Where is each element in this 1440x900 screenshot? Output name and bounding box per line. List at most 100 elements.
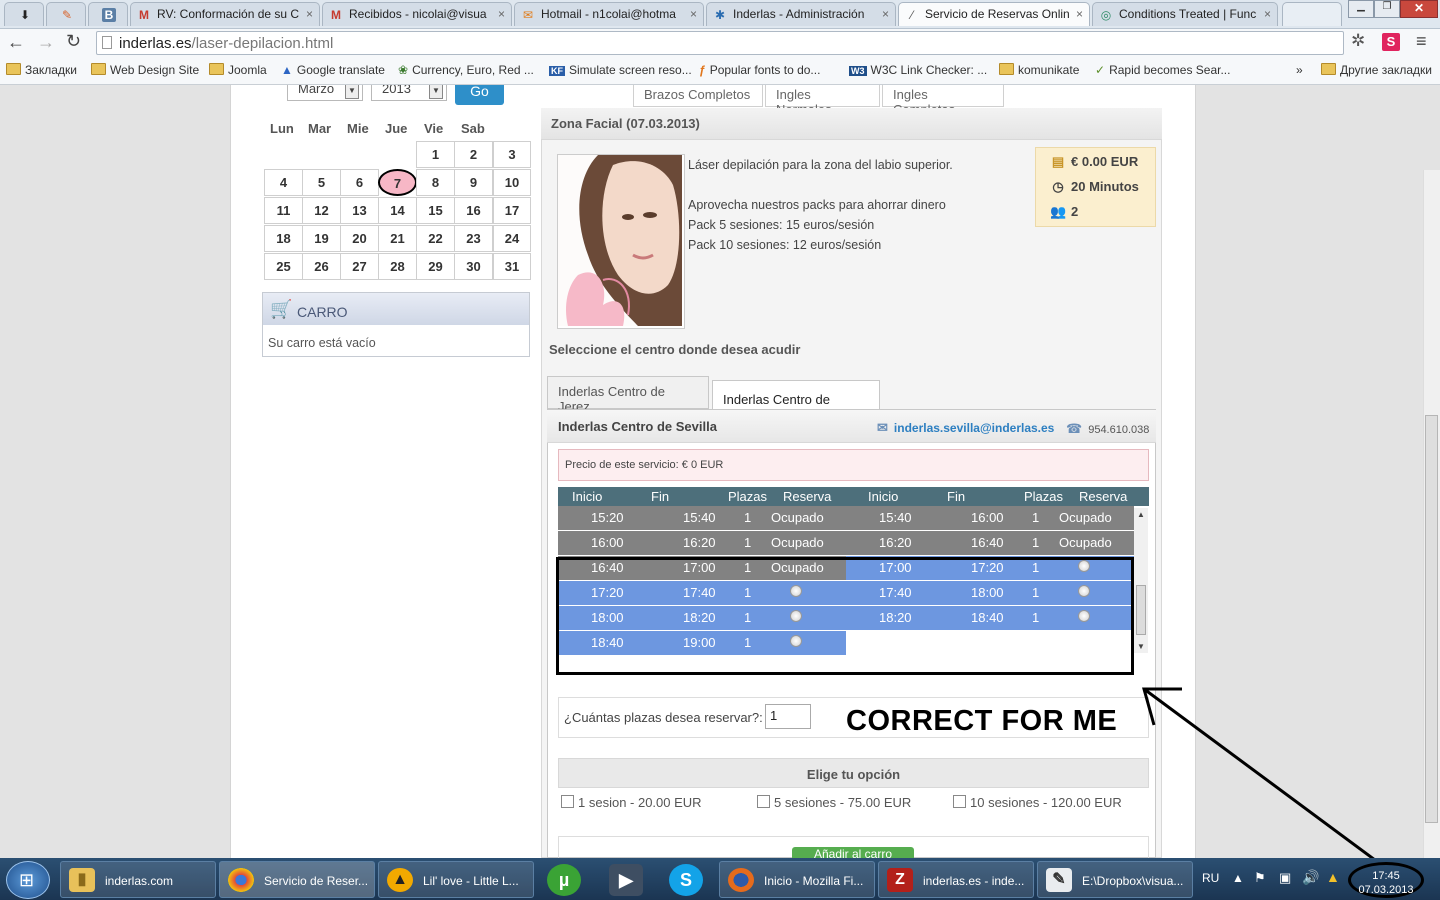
tray-expand-icon[interactable]: ▲ [1232,871,1244,885]
checkbox[interactable] [561,795,574,808]
calendar-day[interactable]: 14 [378,197,417,224]
year-select[interactable]: 2013 ▼ [371,85,447,101]
option-5-sesiones[interactable]: 5 sesiones - 75.00 EUR [757,795,911,810]
other-bookmarks[interactable]: Другие закладки [1321,63,1432,77]
calendar-day[interactable]: 29 [416,253,455,280]
calendar-day[interactable]: 12 [302,197,341,224]
calendar-day[interactable]: 18 [264,225,303,252]
bookmark-folder[interactable]: Joomla [209,63,267,77]
calendar-day[interactable]: 4 [264,169,303,196]
calendar-day[interactable]: 24 [493,225,531,252]
calendar-day[interactable]: 6 [340,169,379,196]
bookmark-folder[interactable]: komunikate [999,63,1079,77]
tab-gmail-1[interactable]: M RV: Conformación de su C × [130,2,320,26]
calendar-day[interactable]: 5 [302,169,341,196]
calendar-day[interactable]: 31 [493,253,531,280]
close-icon[interactable]: × [1264,7,1271,21]
page-scroll-thumb[interactable] [1425,415,1438,823]
reload-icon[interactable]: ↻ [66,31,81,52]
utorrent-icon[interactable]: µ [547,864,581,896]
tab-reservas-active[interactable]: ⁄ Servicio de Reservas Onlin × [898,2,1090,26]
movie-maker-icon[interactable]: ▶ [609,864,643,896]
tab-joomla[interactable]: ✱ Inderlas - Administración × [706,2,896,26]
option-10-sesiones[interactable]: 10 sesiones - 120.00 EUR [953,795,1122,810]
calendar-day[interactable]: 3 [493,141,531,168]
bookmark-link[interactable]: KF Simulate screen reso... [549,63,692,77]
month-select[interactable]: Marzo ▼ [287,85,363,101]
extension-icon[interactable]: ✲ [1351,31,1365,51]
calendar-day[interactable]: 20 [340,225,379,252]
calendar-day[interactable]: 22 [416,225,455,252]
volume-icon[interactable]: 🔊 [1302,869,1319,886]
back-icon[interactable]: ← [7,32,25,53]
bookmark-folder[interactable]: Закладки [6,63,77,77]
tab-conditions[interactable]: ◎ Conditions Treated | Func × [1092,2,1278,26]
taskbar-item-filezilla[interactable]: Zinderlas.es - inde... [878,861,1034,898]
go-button[interactable]: Go [455,85,504,105]
close-icon[interactable]: × [1076,7,1083,21]
calendar-day[interactable]: 27 [340,253,379,280]
network-icon[interactable]: ▣ [1279,870,1291,886]
calendar-day[interactable]: 19 [302,225,341,252]
calendar-day[interactable]: 15 [416,197,455,224]
taskbar-item-firefox[interactable]: Inicio - Mozilla Fi... [719,861,875,898]
bookmark-link[interactable]: ❀ Currency, Euro, Red ... [398,63,534,77]
taskbar-item-chrome[interactable]: Servicio de Reser... [219,861,375,898]
address-bar[interactable]: inderlas.es/laser-depilacion.html [96,31,1344,55]
calendar-day[interactable]: 13 [340,197,379,224]
calendar-day[interactable]: 9 [454,169,493,196]
taskbar-item-notepad[interactable]: ✎ E:\Dropbox\visua... [1037,861,1193,898]
calendar-day[interactable]: 26 [302,253,341,280]
bookmark-link[interactable]: ▲ Google translate [281,63,385,77]
checkbox[interactable] [953,795,966,808]
calendar-day[interactable]: 2 [454,141,493,168]
bookmarks-overflow[interactable]: » [1296,63,1303,77]
close-icon[interactable]: × [690,7,697,21]
menu-icon[interactable]: ≡ [1416,31,1427,52]
calendar-day[interactable]: 1 [416,141,455,168]
start-button[interactable]: ⊞ [6,861,50,899]
bookmark-link[interactable]: ƒ Popular fonts to do... [699,63,820,77]
s-extension-icon[interactable]: S [1382,33,1400,51]
close-icon[interactable]: × [306,7,313,21]
calendar-day[interactable]: 17 [493,197,531,224]
new-tab-button[interactable] [1282,2,1342,26]
tab-ingles-normales[interactable]: Ingles Normales [765,85,880,117]
tab-pinned-2[interactable]: ✎ [46,2,86,26]
restore-icon[interactable]: ❐ [1374,0,1400,18]
scroll-up-icon[interactable]: ▲ [1137,510,1145,519]
tab-hotmail[interactable]: ✉ Hotmail - n1colai@hotma × [514,2,704,26]
close-icon[interactable]: × [882,7,889,21]
checkbox[interactable] [757,795,770,808]
window-close-icon[interactable]: ✕ [1400,0,1438,18]
clock[interactable]: 17:45 07.03.2013 [1348,862,1424,898]
google-drive-icon[interactable]: ▲ [1326,869,1340,885]
tab-centro-sevilla[interactable]: Inderlas Centro de Sevilla [712,380,880,422]
quantity-input[interactable]: 1 [765,704,811,729]
calendar-day[interactable]: 30 [454,253,493,280]
tab-ingles-completas[interactable]: Ingles Completas [882,85,1004,117]
bookmark-link[interactable]: W3 W3C Link Checker: ... [849,63,987,77]
taskbar-item-aimp[interactable]: ▲ Lil' love - Little L... [378,861,534,898]
tab-brazos-completos[interactable]: Brazos Completos [633,85,763,107]
tab-gmail-2[interactable]: M Recibidos - nicolai@visua × [322,2,512,26]
calendar-day[interactable]: 21 [378,225,417,252]
forward-icon[interactable]: → [37,32,55,53]
flag-icon[interactable]: ⚑ [1254,870,1266,886]
tab-pinned-3[interactable]: B [88,2,128,26]
center-email[interactable]: ✉ inderlas.sevilla@inderlas.es [877,420,1054,436]
scroll-down-icon[interactable]: ▼ [1137,642,1145,651]
bookmark-link[interactable]: ✓ Rapid becomes Sear... [1095,63,1230,77]
calendar-day[interactable]: 16 [454,197,493,224]
calendar-day[interactable]: 11 [264,197,303,224]
calendar-day[interactable]: 25 [264,253,303,280]
option-1-sesion[interactable]: 1 sesion - 20.00 EUR [561,795,702,810]
slots-scroll-thumb[interactable] [1136,585,1146,635]
skype-icon[interactable]: S [669,864,703,896]
bookmark-folder[interactable]: Web Design Site [91,63,199,77]
language-indicator[interactable]: RU [1202,871,1219,885]
calendar-day[interactable]: 23 [454,225,493,252]
calendar-day[interactable]: 10 [493,169,531,196]
tab-centro-jerez[interactable]: Inderlas Centro de Jerez [547,376,709,414]
close-icon[interactable]: × [498,7,505,21]
